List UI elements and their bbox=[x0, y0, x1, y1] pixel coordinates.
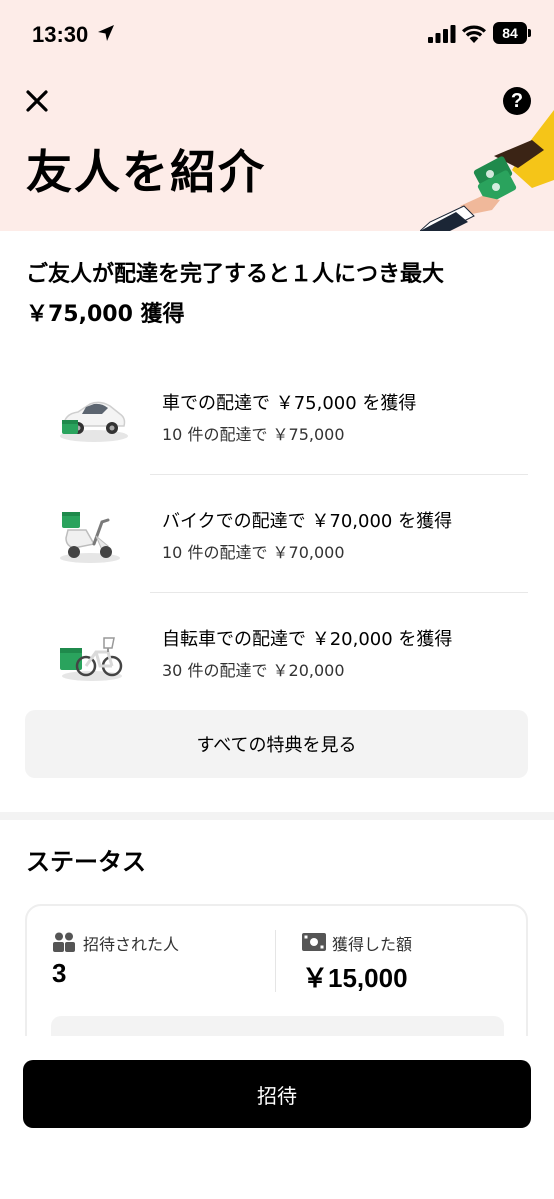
section-separator bbox=[0, 812, 554, 820]
referral-screen: 13:30 84 ? 友人を紹介 ご友人が配達を完了すると１人につき最大 ￥75… bbox=[0, 0, 554, 1199]
reward-subtitle-car: 10 件の配達で ￥75,000 bbox=[162, 425, 345, 444]
reward-item-scooter: バイクでの配達で ￥70,000 を獲得 10 件の配達で ￥70,000 bbox=[0, 476, 554, 592]
reward-title-car: 車での配達で ￥75,000 を獲得 bbox=[162, 393, 417, 414]
reward-item-car: 車での配達で ￥75,000 を獲得 10 件の配達で ￥75,000 bbox=[0, 358, 554, 474]
reward-title-scooter: バイクでの配達で ￥70,000 を獲得 bbox=[162, 511, 453, 532]
people-icon bbox=[53, 932, 75, 952]
page-title: 友人を紹介 bbox=[26, 145, 266, 199]
car-icon bbox=[60, 401, 128, 442]
status-bar: 13:30 84 bbox=[0, 0, 554, 70]
reward-title-bicycle: 自転車での配達で ￥20,000 を獲得 bbox=[162, 629, 453, 650]
divider bbox=[150, 474, 528, 475]
scooter-icon bbox=[60, 512, 120, 563]
money-handoff-illustration bbox=[420, 110, 554, 231]
status-heading: ステータス bbox=[26, 848, 146, 876]
divider bbox=[150, 592, 528, 593]
invited-count: 3 bbox=[52, 958, 67, 988]
referral-headline: ご友人が配達を完了すると１人につき最大 ￥75,000 獲得 bbox=[26, 262, 445, 327]
earned-label: 獲得した額 bbox=[332, 935, 413, 954]
status-time: 13:30 bbox=[32, 22, 89, 47]
view-all-benefits-button[interactable]: すべての特典を見る bbox=[25, 710, 528, 778]
signal-icon bbox=[428, 25, 456, 43]
invited-label: 招待された人 bbox=[83, 935, 180, 954]
invite-button[interactable]: 招待 bbox=[23, 1060, 531, 1128]
earned-amount: ￥15,000 bbox=[302, 963, 408, 993]
header: 13:30 84 ? 友人を紹介 bbox=[0, 0, 554, 231]
reward-item-bicycle: 自転車での配達で ￥20,000 を獲得 30 件の配達で ￥20,000 bbox=[0, 594, 554, 710]
battery-nub bbox=[528, 29, 531, 37]
bicycle-icon bbox=[60, 637, 123, 681]
close-icon[interactable] bbox=[22, 86, 52, 116]
wifi-icon bbox=[462, 25, 486, 43]
location-arrow-icon bbox=[98, 25, 114, 41]
stat-divider bbox=[275, 930, 276, 992]
reward-subtitle-scooter: 10 件の配達で ￥70,000 bbox=[162, 543, 345, 562]
reward-subtitle-bicycle: 30 件の配達で ￥20,000 bbox=[162, 661, 345, 680]
cash-icon bbox=[302, 933, 326, 951]
battery-indicator: 84 bbox=[493, 22, 527, 44]
